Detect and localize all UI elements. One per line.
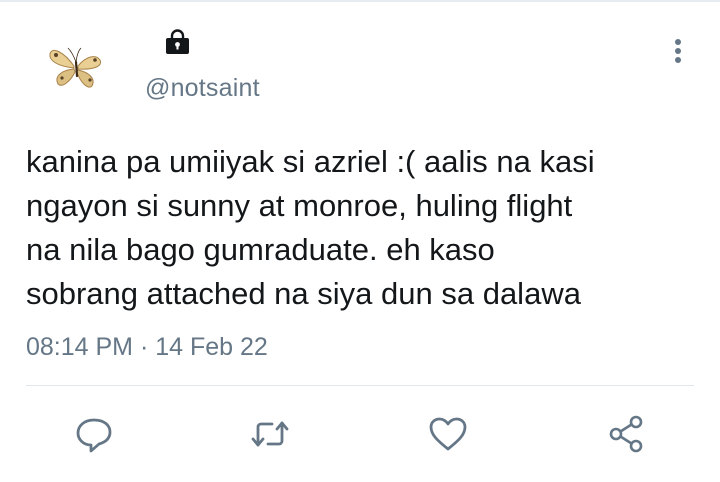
more-vertical-icon[interactable]	[668, 36, 688, 66]
divider	[26, 385, 694, 386]
butterfly-avatar[interactable]	[46, 42, 106, 94]
tweet-text-line: ngayon si sunny at monroe, huling flight	[26, 188, 573, 223]
tweet-time: 08:14 PM	[26, 333, 134, 361]
user-handle[interactable]: @notsaint	[145, 74, 260, 103]
reply-icon[interactable]	[72, 412, 116, 456]
tweet-text-line: na nila bago gumraduate. eh kaso	[26, 232, 495, 267]
top-border	[0, 0, 720, 2]
retweet-icon[interactable]	[248, 412, 292, 456]
tweet-timestamp: 08:14 PM · 14 Feb 22	[26, 333, 268, 362]
tweet-date: 14 Feb 22	[155, 333, 268, 361]
heart-icon[interactable]	[426, 412, 470, 456]
meta-separator: ·	[139, 333, 149, 361]
tweet-text-line: sobrang attached na siya dun sa dalawa	[26, 276, 581, 311]
lock-icon	[163, 28, 192, 55]
tweet-text: kanina pa umiiyak si azriel :( aalis na …	[26, 140, 706, 316]
share-icon[interactable]	[604, 412, 648, 456]
tweet-text-line: kanina pa umiiyak si azriel :( aalis na …	[26, 144, 595, 179]
